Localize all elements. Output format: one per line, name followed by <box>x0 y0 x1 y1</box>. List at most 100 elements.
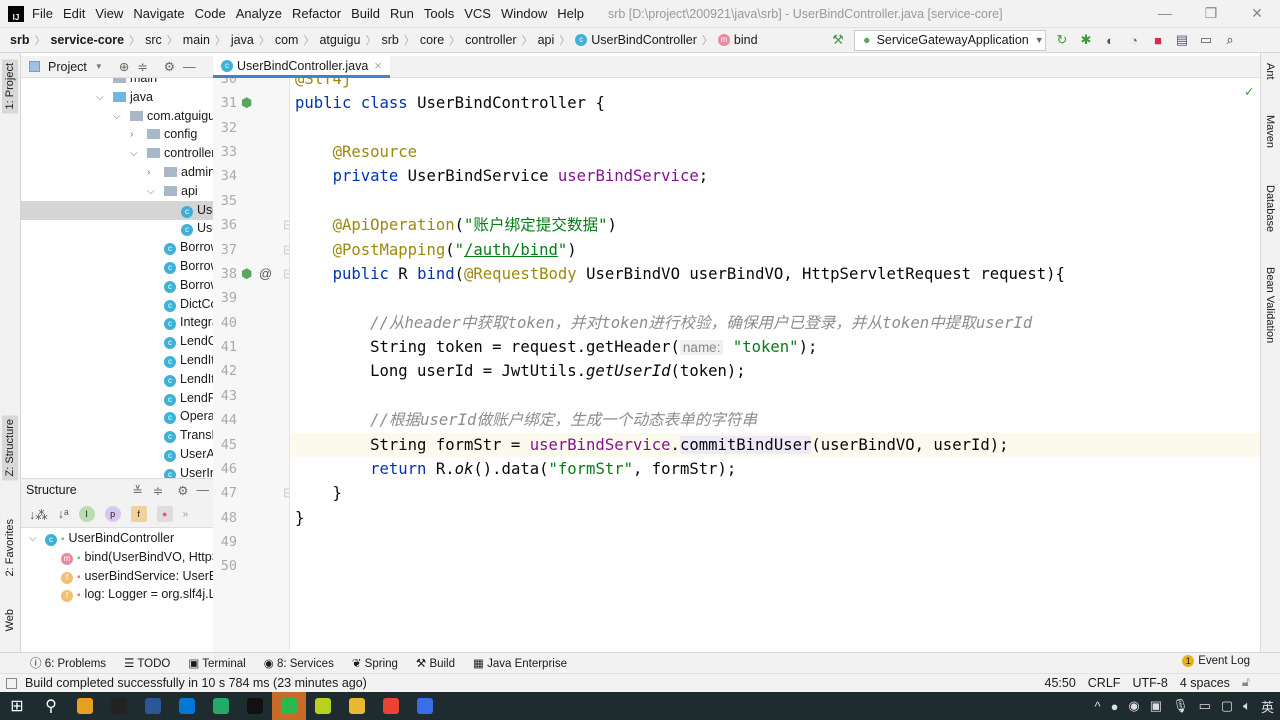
chevron-right-icon[interactable]: › <box>130 125 133 144</box>
run-config-dropdown[interactable]: ● ServiceGatewayApplication ▼ <box>854 29 1046 51</box>
menu-help[interactable]: Help <box>557 6 584 21</box>
chevron-down-icon[interactable]: ⌵ <box>113 107 121 126</box>
tree-item[interactable]: c LendItemReturnController <box>21 370 213 389</box>
toggle-tool-windows-icon[interactable] <box>6 677 17 689</box>
menu-vcs[interactable]: VCS <box>464 6 491 21</box>
taskbar-app-terminal[interactable] <box>238 692 272 720</box>
taskbar-app-browser[interactable] <box>204 692 238 720</box>
taskbar-app-chrome[interactable] <box>374 692 408 720</box>
gear-icon[interactable]: ⚙ <box>164 59 175 74</box>
chevron-down-icon[interactable]: ⌵ <box>130 144 138 163</box>
microphone-icon[interactable]: 🎙︎ <box>1172 698 1189 714</box>
expand-all-icon[interactable]: ≚ <box>132 483 142 498</box>
status-message[interactable]: Build completed successfully in 10 s 784… <box>25 676 367 690</box>
breadcrumb-item[interactable]: core <box>420 33 444 47</box>
code-editor[interactable]: ✓ @Slf4j public class UserBindController … <box>290 78 1260 652</box>
tree-item[interactable]: c OperationController <box>21 407 213 426</box>
bottom-tab-terminal[interactable]: ▣ Terminal <box>188 656 245 670</box>
tree-item[interactable]: c BorrowerAttachController <box>21 276 213 295</box>
taskbar-app-vscode[interactable] <box>170 692 204 720</box>
taskbar-app-intellij[interactable] <box>102 692 136 720</box>
input-method-indicator[interactable]: 英 <box>1261 697 1274 716</box>
fold-icon[interactable]: ⊟ <box>283 485 289 501</box>
maven-tool-tab[interactable]: Maven <box>1264 115 1276 148</box>
profile-icon[interactable]: ◔ <box>1126 33 1142 48</box>
fold-icon[interactable]: ⊟ <box>283 266 289 282</box>
hide-icon[interactable]: — <box>197 483 210 497</box>
menu-analyze[interactable]: Analyze <box>236 6 282 21</box>
tree-item[interactable]: c BorrowerController <box>21 238 213 257</box>
tray-app-icon[interactable]: ◉ <box>1128 698 1139 714</box>
show-properties-icon[interactable]: p <box>104 506 121 522</box>
sort-by-visibility-icon[interactable]: ↓⁂ <box>29 507 48 522</box>
show-inherited-icon[interactable]: I <box>78 506 95 522</box>
menu-code[interactable]: Code <box>195 6 226 21</box>
network-icon[interactable]: ▢ <box>1221 698 1233 714</box>
breadcrumb-item[interactable]: c UserBindController <box>575 33 697 47</box>
bottom-tab-spring[interactable]: ❦ Spring <box>352 656 398 670</box>
caret-position[interactable]: 45:50 <box>1045 676 1076 690</box>
project-view-dropdown[interactable]: Project <box>48 60 87 74</box>
tray-app-icon[interactable]: ▣ <box>1150 698 1162 714</box>
search-icon[interactable]: ⌕ <box>1222 32 1238 48</box>
tree-item[interactable]: c UserAccountController <box>21 445 213 464</box>
tree-item[interactable]: ⌵ com.atguigu <box>21 107 213 126</box>
spring-bean-icon[interactable]: ⬢ <box>241 95 252 111</box>
breadcrumb-item[interactable]: m bind <box>717 33 758 47</box>
show-hidden-icons[interactable]: ^ <box>1094 699 1100 714</box>
build-hammer-icon[interactable]: ⚒ <box>830 32 846 48</box>
taskbar-app-word[interactable] <box>136 692 170 720</box>
breadcrumb-item[interactable]: src <box>145 33 162 47</box>
structure-item[interactable]: ⌵ c ▪ UserBindController <box>21 529 213 548</box>
menu-window[interactable]: Window <box>501 6 547 21</box>
structure-item[interactable]: f ▪log: Logger = org.slf4j.LoggerFactory.… <box>21 585 213 604</box>
search-button[interactable]: ⚲ <box>34 692 68 720</box>
tree-item[interactable]: c UserInfoController <box>21 464 213 478</box>
tree-item[interactable]: › config <box>21 125 213 144</box>
web-tool-tab[interactable]: Web <box>2 605 18 635</box>
breadcrumb-item[interactable]: com <box>275 33 299 47</box>
breadcrumb-item[interactable]: java <box>231 33 254 47</box>
close-tab-icon[interactable]: × <box>374 59 381 73</box>
tree-item[interactable]: c IntegralGradeController <box>21 313 213 332</box>
annotation-icon[interactable]: @ <box>259 266 272 281</box>
restore-button[interactable]: ❐ <box>1188 0 1234 27</box>
structure-item[interactable]: m ▪bind(UserBindVO, HttpServletRequest): … <box>21 548 213 567</box>
taskbar-app-folder[interactable] <box>340 692 374 720</box>
gear-icon[interactable]: ⚙ <box>177 483 188 498</box>
tree-item[interactable]: c BorrowInfoController <box>21 257 213 276</box>
menu-run[interactable]: Run <box>390 6 414 21</box>
menu-refactor[interactable]: Refactor <box>292 6 341 21</box>
taskbar-app-file-explorer[interactable] <box>68 692 102 720</box>
minimize-button[interactable]: — <box>1142 0 1188 27</box>
sort-alphabetically-icon[interactable]: ↓ᵃ <box>58 507 69 521</box>
lock-icon[interactable]: 🔓︎ <box>1242 675 1250 690</box>
tree-item[interactable]: ⌵ java <box>21 88 213 107</box>
bottom-tab-javaenterprise[interactable]: ▦ Java Enterprise <box>473 656 567 670</box>
spring-endpoint-icon[interactable]: ⬢ <box>241 266 252 282</box>
taskbar-app-app[interactable] <box>306 692 340 720</box>
coverage-icon[interactable]: ◐ <box>1102 33 1118 48</box>
line-separator[interactable]: CRLF <box>1088 676 1121 690</box>
structure-tool-tab[interactable]: Z: Structure <box>2 415 18 481</box>
breadcrumb-item[interactable]: service-core <box>50 33 124 47</box>
tab-userbindcontroller[interactable]: c UserBindController.java × <box>213 56 390 78</box>
rerun-icon[interactable]: ↻ <box>1054 32 1070 48</box>
taskbar-app-wps[interactable] <box>408 692 442 720</box>
chevron-down-icon[interactable]: ▼ <box>95 62 103 71</box>
taskbar-app-wechat[interactable] <box>272 692 306 720</box>
tree-item[interactable]: c LendController <box>21 332 213 351</box>
tree-item[interactable]: c LendItemController <box>21 351 213 370</box>
show-fields-icon[interactable]: f <box>130 506 147 522</box>
fold-icon[interactable]: ⊟ <box>283 217 289 233</box>
menu-build[interactable]: Build <box>351 6 380 21</box>
breadcrumb-item[interactable]: controller <box>465 33 516 47</box>
breadcrumb-item[interactable]: main <box>183 33 210 47</box>
start-button[interactable]: ⊞ <box>0 692 34 720</box>
hide-icon[interactable]: — <box>183 60 196 74</box>
file-encoding[interactable]: UTF-8 <box>1132 676 1167 690</box>
collapse-all-icon[interactable]: ≑ <box>153 483 163 498</box>
tree-item[interactable]: c LendReturnController <box>21 389 213 408</box>
breadcrumb-item[interactable]: atguigu <box>319 33 360 47</box>
tree-item[interactable]: c TransFlowController <box>21 426 213 445</box>
